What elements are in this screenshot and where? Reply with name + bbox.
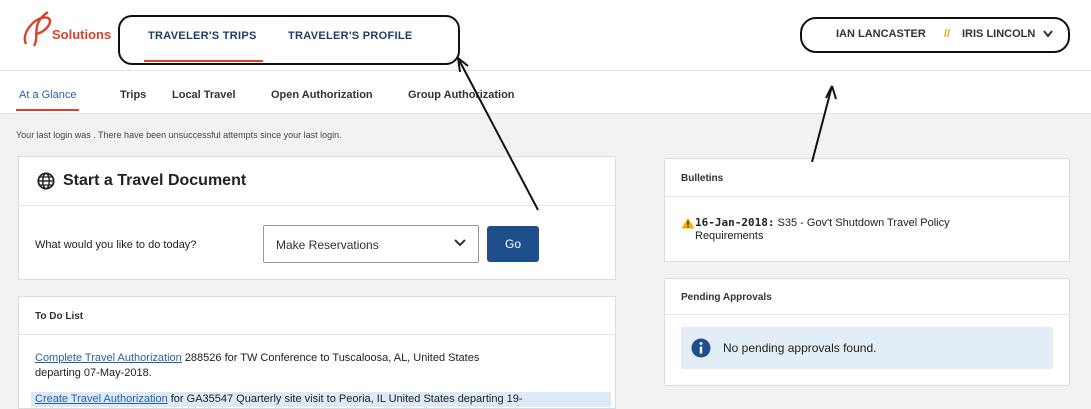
todo-item-continued: departing 07-May-2018.: [35, 367, 152, 379]
chevron-down-icon: [454, 239, 466, 247]
annotation-oval-topnav: [118, 15, 460, 65]
document-type-select[interactable]: Make Reservations: [263, 225, 479, 263]
info-icon: [691, 338, 711, 358]
card-header: To Do List: [19, 297, 615, 335]
card-title: Pending Approvals: [681, 292, 772, 303]
card-title: To Do List: [35, 311, 84, 322]
divider: [19, 205, 615, 206]
todo-link[interactable]: Create Travel Authorization: [35, 393, 168, 405]
go-button[interactable]: Go: [487, 226, 539, 262]
logo-text: Solutions: [52, 27, 112, 42]
card-header: Bulletins: [665, 159, 1069, 197]
start-travel-document-card: Start a Travel Document What would you l…: [18, 156, 616, 280]
warning-icon: [681, 217, 695, 229]
to-do-list-card: To Do List Complete Travel Authorization…: [18, 296, 616, 409]
bulletin-item[interactable]: 16-Jan-2018: S35 - Gov't Shutdown Travel…: [695, 216, 1055, 243]
card-title: Bulletins: [681, 173, 724, 184]
top-header: Solutions TRAVELER'S TRIPS TRAVELER'S PR…: [0, 0, 1091, 70]
no-approvals-message: No pending approvals found.: [681, 327, 1053, 369]
question-label: What would you like to do today?: [35, 239, 197, 251]
tab-at-a-glance[interactable]: At a Glance: [15, 89, 80, 111]
tab-local-travel[interactable]: Local Travel: [172, 89, 236, 101]
company-logo[interactable]: Solutions: [18, 10, 118, 50]
bulletin-date: 16-Jan-2018:: [695, 216, 775, 229]
bulletins-card: Bulletins 16-Jan-2018: S35 - Gov't Shutd…: [664, 158, 1070, 262]
last-login-message: Your last login was . There have been un…: [16, 130, 342, 140]
todo-item: Complete Travel Authorization 288526 for…: [35, 352, 480, 364]
tab-open-authorization[interactable]: Open Authorization: [271, 89, 373, 101]
pending-approvals-card: Pending Approvals No pending approvals f…: [664, 278, 1070, 386]
todo-item: Create Travel Authorization for GA35547 …: [31, 392, 611, 407]
todo-link[interactable]: Complete Travel Authorization: [35, 352, 182, 364]
sub-navigation: At a Glance Trips Local Travel Open Auth…: [0, 70, 1091, 114]
card-header: Pending Approvals: [665, 279, 1069, 315]
bulletin-text-continued: Requirements: [695, 230, 764, 242]
select-value: Make Reservations: [276, 238, 379, 252]
info-message: No pending approvals found.: [723, 341, 877, 355]
tab-trips[interactable]: Trips: [120, 89, 146, 101]
card-title: Start a Travel Document: [63, 172, 247, 189]
annotation-oval-user: [800, 17, 1070, 53]
tab-group-authorization[interactable]: Group Authorization: [408, 89, 515, 101]
globe-icon: [37, 172, 55, 190]
